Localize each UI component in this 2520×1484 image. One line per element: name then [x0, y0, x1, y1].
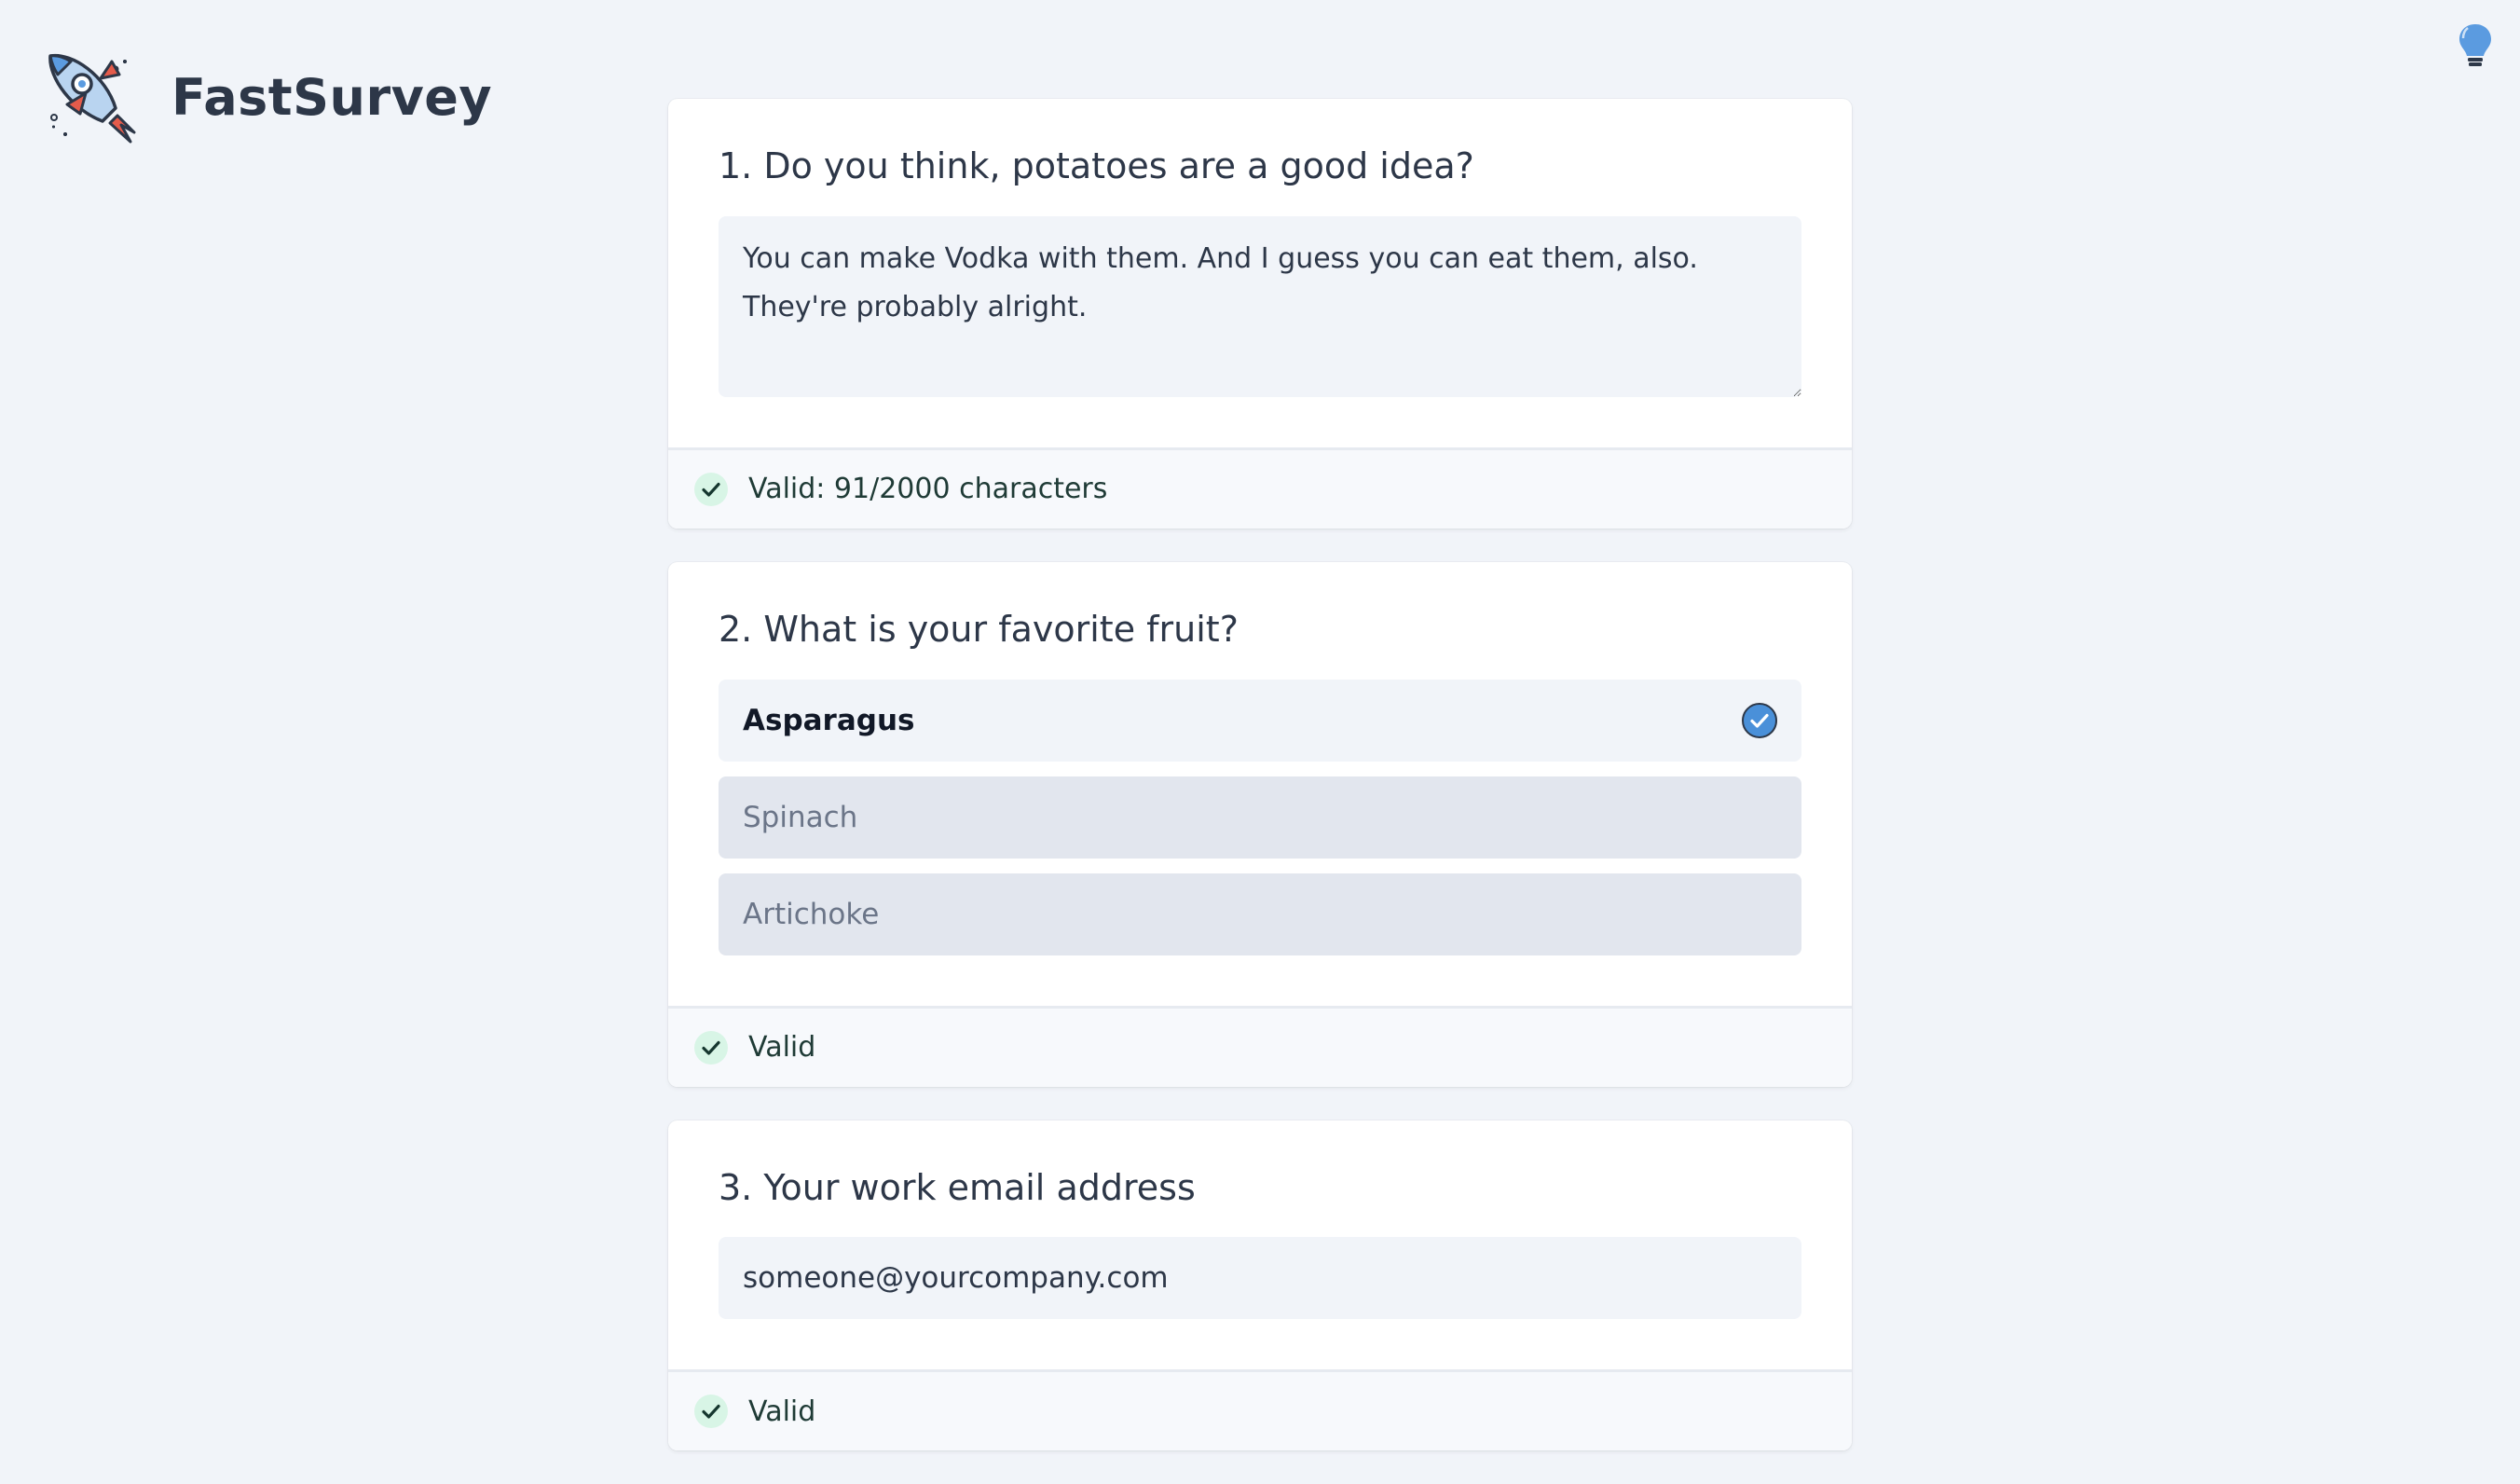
check-circle-icon: [694, 472, 728, 506]
check-circle-icon: [694, 1395, 728, 1429]
brand: FastSurvey: [45, 48, 492, 145]
lightbulb-icon[interactable]: [2457, 22, 2494, 69]
option-label: Artichoke: [743, 897, 880, 931]
option-label: Asparagus: [743, 703, 915, 737]
validation-status: Valid: [668, 1369, 1852, 1451]
question-card-1: 1. Do you think, potatoes are a good ide…: [668, 99, 1852, 529]
email-field[interactable]: [719, 1237, 1801, 1320]
rocket-logo-icon: [48, 53, 136, 144]
check-circle-icon: [694, 1030, 728, 1065]
validation-text: Valid: [748, 1395, 816, 1428]
option-spinach[interactable]: Spinach: [719, 776, 1801, 859]
question-card-3: 3. Your work email address Valid: [668, 1120, 1852, 1451]
validation-text: Valid: [748, 1031, 816, 1065]
question-title: 1. Do you think, potatoes are a good ide…: [719, 145, 1474, 186]
check-badge-icon: [1742, 702, 1777, 738]
option-artichoke[interactable]: Artichoke: [719, 873, 1801, 955]
option-list: Asparagus Spinach Artichoke: [719, 679, 1801, 955]
option-label: Spinach: [743, 800, 858, 834]
validation-text: Valid: 91/2000 characters: [748, 473, 1108, 506]
survey-form: 1. Do you think, potatoes are a good ide…: [668, 99, 1852, 1484]
validation-status: Valid: 91/2000 characters: [668, 447, 1852, 529]
answer-textarea[interactable]: You can make Vodka with them. And I gues…: [719, 215, 1801, 397]
question-title: 3. Your work email address: [719, 1166, 1196, 1208]
validation-status: Valid: [668, 1005, 1852, 1087]
question-card-2: 2. What is your favorite fruit? Asparagu…: [668, 561, 1852, 1087]
option-asparagus[interactable]: Asparagus: [719, 679, 1801, 762]
app-title: FastSurvey: [171, 67, 493, 127]
question-title: 2. What is your favorite fruit?: [719, 608, 1239, 650]
